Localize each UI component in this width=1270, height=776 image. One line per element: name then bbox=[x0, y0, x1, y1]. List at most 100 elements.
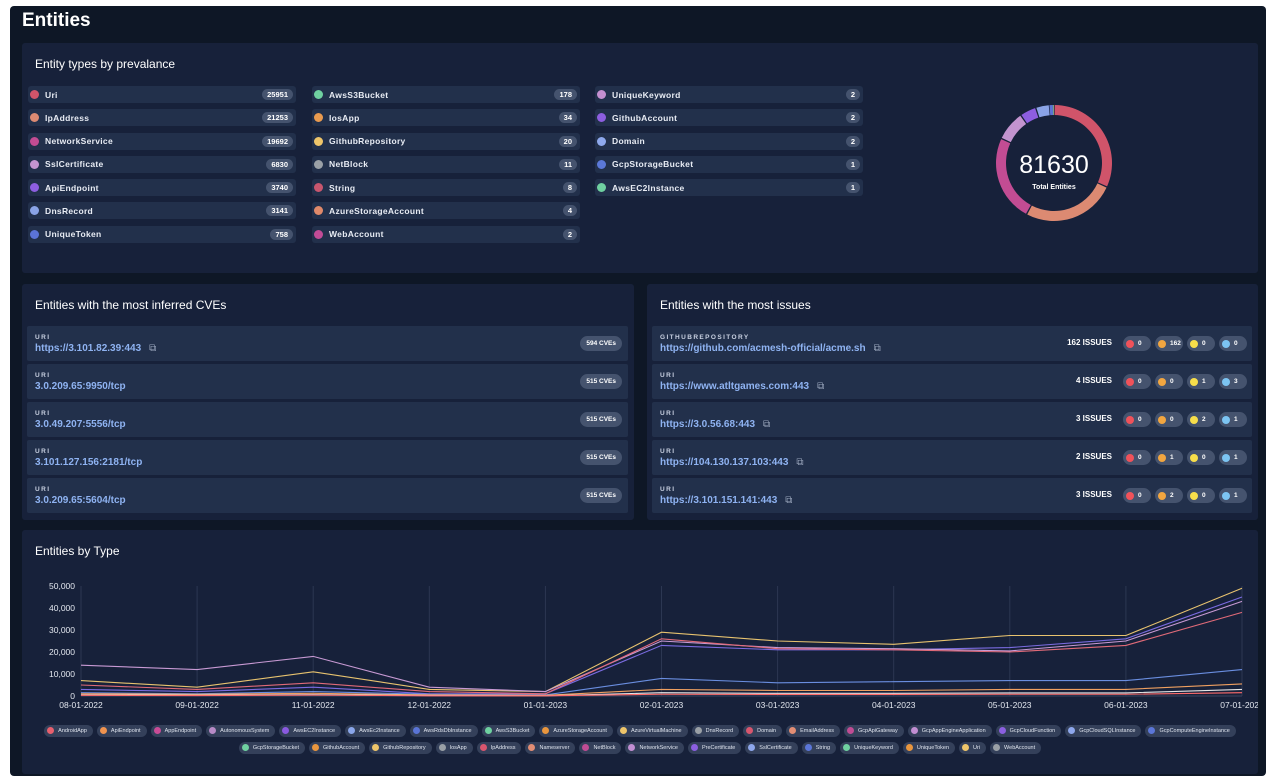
legend-item[interactable]: AwsEc2Instance bbox=[345, 724, 406, 737]
type-color-dot bbox=[30, 206, 39, 216]
prevalence-row[interactable]: GithubRepository 20 bbox=[312, 132, 580, 150]
entity-type-label: URI bbox=[35, 448, 51, 455]
external-link-icon[interactable]: ⧉ bbox=[149, 343, 156, 354]
legend-item[interactable]: SslCertificate bbox=[745, 741, 798, 754]
legend-item[interactable]: UniqueKeyword bbox=[840, 741, 899, 754]
severity-count: 0 bbox=[1170, 416, 1174, 423]
donut-slice[interactable] bbox=[1001, 115, 1027, 143]
entity-link[interactable]: https://www.atltgames.com:443 ⧉ bbox=[660, 381, 824, 392]
entity-type-name: GithubRepository bbox=[329, 136, 406, 147]
entity-link[interactable]: https://3.0.56.68:443 ⧉ bbox=[660, 419, 770, 430]
legend-item[interactable]: UniqueToken bbox=[902, 741, 956, 754]
prevalence-row[interactable]: SslCertificate 6830 bbox=[28, 155, 296, 173]
entity-link[interactable]: https://104.130.137.103:443 ⧉ bbox=[660, 457, 804, 468]
legend-item[interactable]: GithubRepository bbox=[369, 741, 432, 754]
legend-item[interactable]: AwsS3Bucket bbox=[481, 724, 536, 737]
legend-item[interactable]: GcpCloudFunction bbox=[995, 724, 1062, 737]
prevalence-row[interactable]: GcpStorageBucket 1 bbox=[595, 155, 863, 173]
entity-type-label: URI bbox=[35, 334, 51, 341]
entity-link[interactable]: https://github.com/acmesh-official/acme.… bbox=[660, 343, 881, 354]
total-entities-count: 81630 bbox=[1019, 151, 1089, 179]
entity-type-name: AwsEC2Instance bbox=[612, 182, 685, 193]
prevalence-row[interactable]: Domain 2 bbox=[595, 132, 863, 150]
legend-item[interactable]: GcpAppEngineApplication bbox=[907, 724, 992, 737]
legend-item[interactable]: GithubAccount bbox=[309, 741, 366, 754]
prevalence-row[interactable]: DnsRecord 3141 bbox=[28, 202, 296, 220]
legend-item[interactable]: NetworkService bbox=[625, 741, 684, 754]
legend-item[interactable]: GcpCloudSQLInstance bbox=[1065, 724, 1142, 737]
prevalence-row[interactable]: IpAddress 21253 bbox=[28, 109, 296, 127]
legend-item[interactable]: ApiEndpoint bbox=[96, 724, 147, 737]
legend-item[interactable]: NetBlock bbox=[579, 741, 622, 754]
entity-link[interactable]: https://3.101.82.39:443 ⧉ bbox=[35, 343, 156, 354]
entity-link[interactable]: 3.0.209.65:5604/tcp bbox=[35, 495, 126, 506]
cve-entity-row[interactable]: URI 3.0.209.65:5604/tcp 515 CVEs bbox=[27, 478, 628, 513]
prevalence-row[interactable]: UniqueToken 758 bbox=[28, 225, 296, 243]
legend-item[interactable]: AppEndpoint bbox=[150, 724, 203, 737]
prevalence-row[interactable]: NetworkService 19692 bbox=[28, 132, 296, 150]
external-link-icon[interactable]: ⧉ bbox=[785, 495, 792, 506]
issue-entity-row[interactable]: URI https://www.atltgames.com:443 ⧉ 4 ISSUE… bbox=[652, 364, 1252, 399]
external-link-icon[interactable]: ⧉ bbox=[874, 343, 881, 354]
legend-item[interactable]: GcpApiGateway bbox=[844, 724, 904, 737]
external-link-icon[interactable]: ⧉ bbox=[817, 381, 824, 392]
cve-entity-row[interactable]: URI 3.0.49.207:5556/tcp 515 CVEs bbox=[27, 402, 628, 437]
legend-color-dot bbox=[484, 727, 492, 734]
external-link-icon[interactable]: ⧉ bbox=[763, 419, 770, 430]
legend-item[interactable]: IosApp bbox=[435, 741, 473, 754]
prevalence-row[interactable]: GithubAccount 2 bbox=[595, 109, 863, 127]
legend-item[interactable]: Domain bbox=[743, 724, 783, 737]
legend-color-dot bbox=[748, 744, 756, 751]
legend-item[interactable]: AwsEC2Instance bbox=[279, 724, 342, 737]
entity-link[interactable]: 3.0.49.207:5556/tcp bbox=[35, 419, 126, 430]
prevalence-row[interactable]: Uri 25951 bbox=[28, 86, 296, 103]
prevalence-row[interactable]: String 8 bbox=[312, 179, 580, 197]
legend-item[interactable]: GcpStorageBucket bbox=[238, 741, 306, 754]
legend-item[interactable]: PreCertificate bbox=[687, 741, 742, 754]
prevalence-row[interactable]: UniqueKeyword 2 bbox=[595, 86, 863, 103]
legend-item[interactable]: AzureStorageAccount bbox=[539, 724, 613, 737]
donut-slice[interactable] bbox=[1049, 105, 1054, 116]
legend-item[interactable]: AutonomousSystem bbox=[206, 724, 276, 737]
donut-slice[interactable] bbox=[1036, 105, 1050, 118]
entity-type-name: NetBlock bbox=[329, 159, 369, 170]
cve-entity-row[interactable]: URI https://3.101.82.39:443 ⧉ 594 CVEs bbox=[27, 326, 628, 361]
issue-entity-row[interactable]: URI https://3.101.151.141:443 ⧉ 3 ISSUES 0 2 0… bbox=[652, 478, 1252, 513]
prevalence-row[interactable]: WebAccount 2 bbox=[312, 225, 580, 243]
legend-item[interactable]: AwsRdsDbInstance bbox=[409, 724, 478, 737]
entities-dashboard: Entities Entity types by prevalance Uri 2… bbox=[10, 6, 1266, 776]
prevalence-row[interactable]: ApiEndpoint 3740 bbox=[28, 179, 296, 197]
legend-label: Nameserver bbox=[539, 744, 570, 751]
prevalence-row[interactable]: AwsS3Bucket 178 bbox=[312, 86, 580, 103]
type-color-dot bbox=[30, 90, 39, 99]
cve-entity-row[interactable]: URI 3.0.209.65:9950/tcp 515 CVEs bbox=[27, 364, 628, 399]
legend-item[interactable]: WebAccount bbox=[990, 741, 1042, 754]
entity-link[interactable]: https://3.101.151.141:443 ⧉ bbox=[660, 495, 792, 506]
legend-item[interactable]: AzureVirtualMachine bbox=[616, 724, 688, 737]
legend-item[interactable]: EmailAddress bbox=[786, 724, 840, 737]
issue-entity-row[interactable]: GITHUBREPOSITORY https://github.com/acmes… bbox=[652, 326, 1252, 361]
legend-item[interactable]: AndroidApp bbox=[44, 724, 93, 737]
prevalence-row[interactable]: AwsEC2Instance 1 bbox=[595, 179, 863, 197]
entity-type-name: SslCertificate bbox=[45, 159, 104, 170]
entity-link[interactable]: 3.0.209.65:9950/tcp bbox=[35, 381, 126, 392]
entity-type-count: 178 bbox=[554, 89, 577, 100]
legend-item[interactable]: Uri bbox=[959, 741, 987, 754]
cve-entity-row[interactable]: URI 3.101.127.156:2181/tcp 515 CVEs bbox=[27, 440, 628, 475]
external-link-icon[interactable]: ⧉ bbox=[796, 457, 803, 468]
prevalence-row[interactable]: AzureStorageAccount 4 bbox=[312, 202, 580, 220]
legend-item[interactable]: GcpComputeEngineInstance bbox=[1145, 724, 1236, 737]
legend-item[interactable]: Nameserver bbox=[525, 741, 576, 754]
entity-link[interactable]: 3.101.127.156:2181/tcp bbox=[35, 457, 142, 468]
prevalence-row[interactable]: IosApp 34 bbox=[312, 109, 580, 127]
legend-item[interactable]: DnsRecord bbox=[691, 724, 740, 737]
severity-badge: 1 bbox=[1187, 374, 1215, 389]
issue-entity-row[interactable]: URI https://104.130.137.103:443 ⧉ 2 ISSUES 0… bbox=[652, 440, 1252, 475]
legend-item[interactable]: IpAddress bbox=[476, 741, 522, 754]
legend-label: AwsRdsDbInstance bbox=[423, 727, 472, 734]
issue-entity-row[interactable]: URI https://3.0.56.68:443 ⧉ 3 ISSUES 0 0 2 1 bbox=[652, 402, 1252, 437]
severity-dot bbox=[1126, 339, 1134, 348]
legend-item[interactable]: String bbox=[801, 741, 837, 754]
prevalence-row[interactable]: NetBlock 11 bbox=[312, 155, 580, 173]
entities-by-type-panel: Entities by Type 0 10,000 20,000 30,000 40,0… bbox=[22, 530, 1258, 774]
